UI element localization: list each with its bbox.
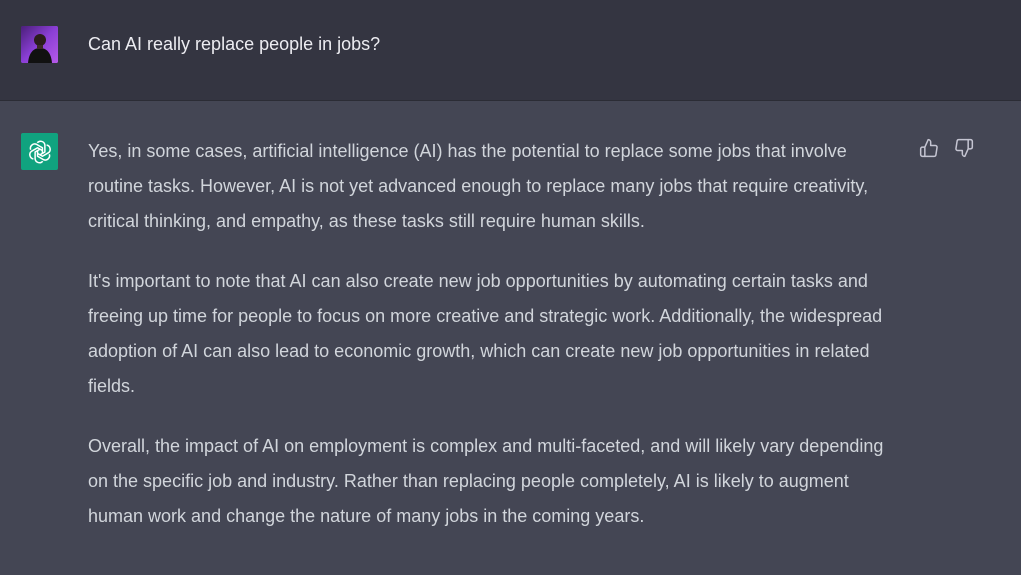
thumbs-down-icon[interactable] bbox=[953, 137, 975, 159]
openai-logo-icon bbox=[21, 133, 58, 170]
answer-paragraph-2: It's important to note that AI can also … bbox=[88, 271, 883, 396]
assistant-message-body: Yes, in some cases, artificial intellige… bbox=[88, 134, 898, 559]
user-message-row: Can AI really replace people in jobs? bbox=[0, 0, 1021, 101]
answer-paragraph-3: Overall, the impact of AI on employment … bbox=[88, 436, 884, 526]
thumbs-up-icon[interactable] bbox=[918, 137, 940, 159]
answer-paragraph-1: Yes, in some cases, artificial intellige… bbox=[88, 141, 869, 231]
user-message-text: Can AI really replace people in jobs? bbox=[88, 34, 381, 54]
assistant-message-row: Yes, in some cases, artificial intellige… bbox=[0, 101, 1021, 575]
user-avatar bbox=[21, 26, 58, 63]
